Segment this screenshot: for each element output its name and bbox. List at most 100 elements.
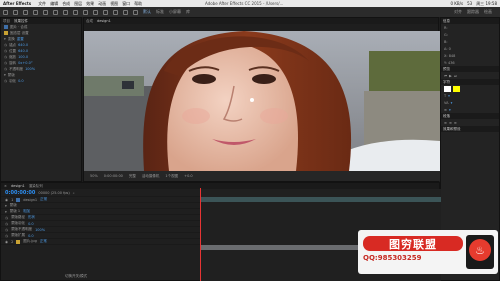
current-time[interactable]: 0:00:00:00: [104, 174, 123, 178]
clone-tool-icon[interactable]: [113, 9, 118, 15]
chevron-down-icon[interactable]: ▾: [5, 204, 7, 208]
stopwatch-icon[interactable]: ◷: [4, 67, 7, 71]
tracking-row[interactable]: VA ▾: [441, 99, 499, 106]
workspace-library[interactable]: 库: [186, 9, 190, 15]
playhead[interactable]: [200, 188, 201, 281]
stroke-width-row[interactable]: ≡ ▾: [441, 106, 499, 113]
menu-view[interactable]: 视图: [110, 1, 118, 7]
section-effects-presets[interactable]: 效果和预设: [441, 126, 499, 132]
hand-tool-icon[interactable]: [23, 9, 28, 15]
window-title: Adobe After Effects CC 2015 - /Users/...: [205, 1, 284, 6]
stroke-width-icon: ≡: [444, 107, 447, 112]
workspace-small[interactable]: 小屏幕: [169, 9, 181, 15]
menu-window[interactable]: 窗口: [122, 1, 130, 7]
timecode-display[interactable]: 0:00:00:00: [5, 190, 35, 196]
search-icon[interactable]: ⌕: [73, 191, 75, 195]
stroke-color-swatch[interactable]: [444, 85, 451, 92]
magnification-select[interactable]: 50%: [90, 174, 98, 178]
stopwatch-icon[interactable]: ◷: [4, 49, 7, 53]
tab-effect-controls[interactable]: 效果控件: [14, 19, 28, 24]
tab-composition[interactable]: 合成: [86, 19, 93, 24]
layer-bar[interactable]: [201, 197, 441, 202]
align-center-icon[interactable]: ≡: [449, 121, 452, 125]
tools-bar: 默认 标准 小屏幕 库 对齐 跟踪器 绘画: [0, 7, 500, 17]
align-left-icon[interactable]: ≡: [444, 121, 447, 125]
views-select[interactable]: 1个视图: [165, 174, 178, 179]
stopwatch-icon[interactable]: ◷: [5, 222, 8, 226]
fps-display: 00000 (25.00 fps): [38, 190, 70, 195]
stopwatch-icon[interactable]: ◷: [5, 228, 8, 232]
playback-controls: ⏮ ▶ ⏭: [441, 72, 499, 79]
composition-image: [84, 31, 440, 171]
menu-help[interactable]: 帮助: [134, 1, 142, 7]
effect-controls-panel: 项目 效果控件 图片 · 合成 固态层 设置 ▾ 变换 重置 ◷ 锚点 640.0 ◷ 位…: [0, 17, 82, 182]
play-icon[interactable]: ▶: [449, 74, 452, 78]
exposure-value[interactable]: +0.0: [184, 174, 193, 178]
info-row: B:: [444, 39, 448, 44]
first-frame-icon[interactable]: ⏮: [444, 74, 447, 78]
stopwatch-icon[interactable]: ◷: [4, 43, 7, 47]
pen-tool-icon[interactable]: [83, 9, 88, 15]
chevron-down-icon[interactable]: ▾: [4, 37, 6, 41]
selection-tool-icon[interactable]: [13, 9, 18, 15]
camera-select[interactable]: 活动摄像机: [142, 174, 160, 179]
align-panel-tab[interactable]: 对齐: [454, 9, 462, 15]
battery-status: 53: [467, 0, 473, 6]
tab-design1[interactable]: design1: [97, 19, 111, 23]
tab-project[interactable]: 项目: [3, 19, 10, 24]
menu-animation[interactable]: 动画: [98, 1, 106, 7]
stopwatch-icon[interactable]: ◷: [4, 55, 7, 59]
chevron-down-icon[interactable]: ▾: [4, 73, 6, 77]
eye-icon[interactable]: ◉: [5, 240, 8, 244]
pan-behind-tool-icon[interactable]: [63, 9, 68, 15]
network-status: 0 KB/s: [450, 0, 464, 6]
composition-canvas[interactable]: [84, 31, 440, 171]
info-row: R:: [444, 25, 448, 30]
property-row[interactable]: ◷ 羽化 0.0: [1, 78, 81, 84]
fill-color-swatch[interactable]: [453, 85, 460, 92]
tab-design1-timeline[interactable]: design1: [11, 184, 25, 188]
workspace-standard[interactable]: 标准: [156, 9, 164, 15]
home-icon[interactable]: [3, 9, 8, 15]
brush-tool-icon[interactable]: [103, 9, 108, 15]
info-row: G:: [444, 32, 448, 37]
stopwatch-icon[interactable]: ◷: [4, 79, 7, 83]
stopwatch-icon[interactable]: ◷: [4, 61, 7, 65]
tab-render-queue[interactable]: 渲染队列: [29, 184, 43, 189]
close-icon[interactable]: ×: [4, 184, 7, 188]
viewer-tabs: 合成 design1: [84, 18, 438, 24]
tab-info[interactable]: 信息: [443, 19, 450, 24]
camera-tool-icon[interactable]: [53, 9, 58, 15]
eraser-tool-icon[interactable]: [123, 9, 128, 15]
align-row: ≡ ≡ ≡: [441, 119, 499, 126]
workspace-default[interactable]: 默认: [143, 9, 151, 15]
mask-tool-icon[interactable]: [73, 9, 78, 15]
menu-edit[interactable]: 编辑: [50, 1, 58, 7]
tracker-panel-tab[interactable]: 跟踪器: [467, 9, 479, 15]
toggle-modes-label[interactable]: 切换开关/模式: [61, 273, 87, 279]
menu-bar: After Effects 文件 编辑 合成 图层 效果 动画 视图 窗口 帮助…: [0, 0, 500, 7]
info-row: X: 848: [444, 53, 456, 58]
info-row: A: 0: [444, 46, 451, 51]
paint-panel-tab[interactable]: 绘画: [484, 9, 492, 15]
menu-layer[interactable]: 图层: [74, 1, 82, 7]
rotate-tool-icon[interactable]: [43, 9, 48, 15]
menu-composition[interactable]: 合成: [62, 1, 70, 7]
align-right-icon[interactable]: ≡: [454, 121, 457, 125]
app-menu[interactable]: After Effects: [3, 1, 31, 6]
menu-effect[interactable]: 效果: [86, 1, 94, 7]
last-frame-icon[interactable]: ⏭: [454, 74, 457, 78]
composition-icon: [4, 25, 8, 29]
font-size-row[interactable]: T ▾: [441, 92, 499, 99]
type-tool-icon[interactable]: [93, 9, 98, 15]
puppet-tool-icon[interactable]: [133, 9, 138, 15]
chevron-down-icon[interactable]: ▾: [5, 210, 7, 214]
fx-icon: [4, 31, 8, 35]
eye-icon[interactable]: ◉: [5, 198, 8, 202]
stopwatch-icon[interactable]: ◷: [5, 234, 8, 238]
menu-file[interactable]: 文件: [38, 1, 46, 7]
resolution-select[interactable]: 完整: [129, 174, 136, 179]
zoom-tool-icon[interactable]: [33, 9, 38, 15]
flame-icon: ♨: [469, 239, 491, 261]
stopwatch-icon[interactable]: ◷: [5, 216, 8, 220]
